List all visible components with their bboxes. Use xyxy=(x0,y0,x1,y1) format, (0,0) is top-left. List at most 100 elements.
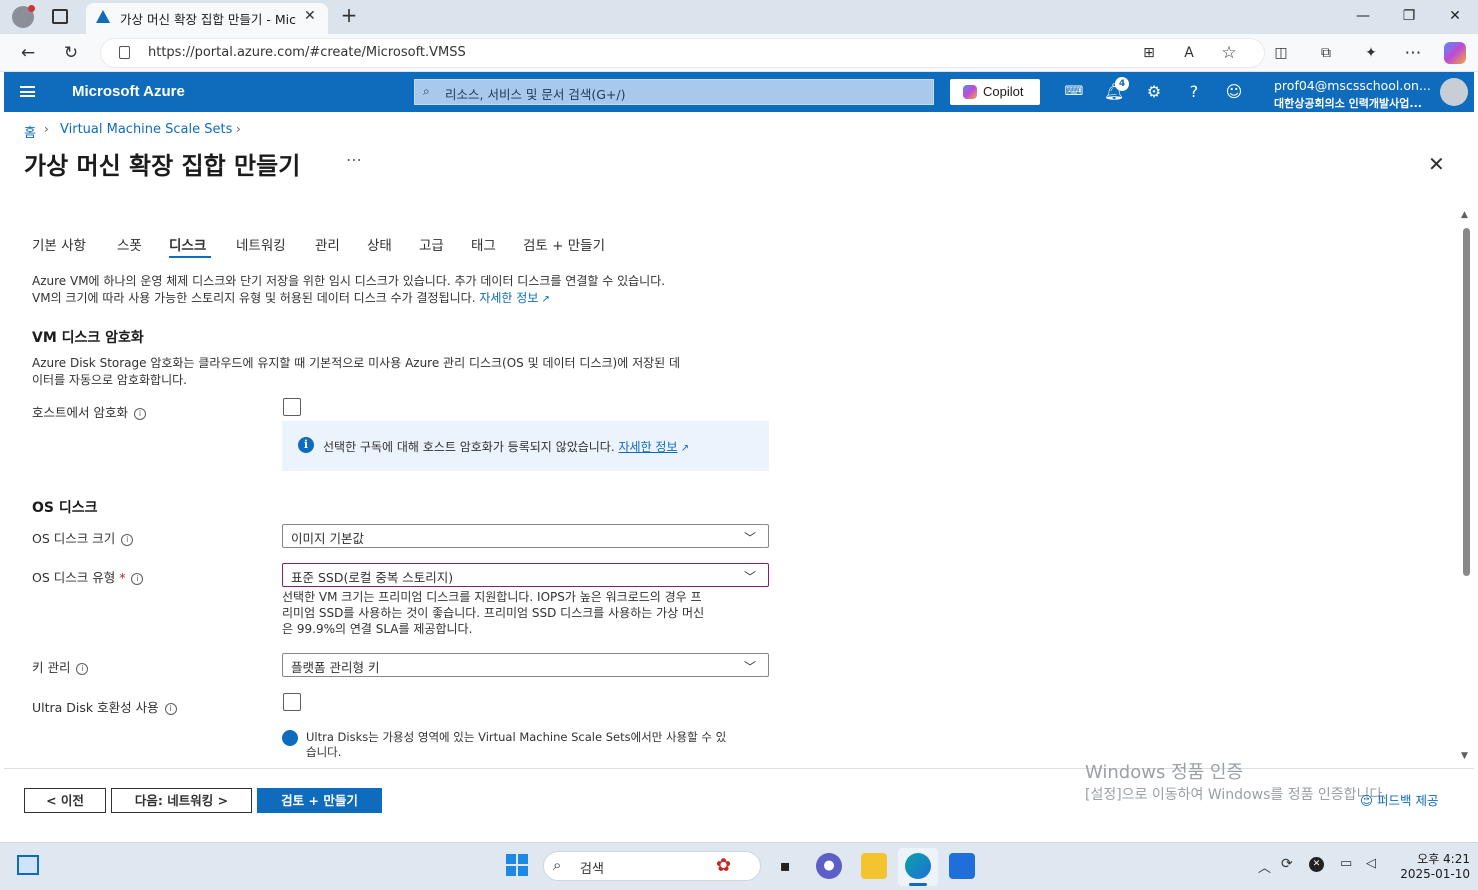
read-aloud-icon[interactable]: A xyxy=(1178,42,1200,64)
restore-icon[interactable]: ❐ xyxy=(1398,8,1420,26)
info-icon[interactable]: i xyxy=(164,702,177,715)
more-menu-icon[interactable]: ⋯ xyxy=(1402,42,1424,64)
learn-more-link[interactable]: 자세한 정보 xyxy=(479,291,538,305)
back-icon[interactable]: ← xyxy=(17,42,39,64)
close-blade-icon[interactable]: ✕ xyxy=(1428,152,1445,176)
encryption-desc-line-2: 이터를 자동으로 암호화합니다. xyxy=(32,373,187,387)
breadcrumb-vmss[interactable]: Virtual Machine Scale Sets xyxy=(60,122,232,137)
tab-actions-icon[interactable] xyxy=(52,9,68,24)
feedback-person-icon[interactable]: ☺ xyxy=(1223,82,1245,102)
browser-tab-title: 가상 머신 확장 집합 만들기 - Mic xyxy=(120,12,296,27)
tray-chevron-up-icon[interactable]: ︿ xyxy=(1258,857,1271,876)
search-icon: ⌕ xyxy=(423,84,430,98)
required-asterisk: * xyxy=(119,570,126,585)
avatar[interactable] xyxy=(1440,78,1468,106)
cloud-shell-icon[interactable]: ⌨ xyxy=(1063,82,1085,102)
more-options-icon[interactable]: ⋯ xyxy=(346,150,362,169)
breadcrumb-home[interactable]: 홈 xyxy=(24,122,36,141)
settings-gear-icon[interactable]: ⚙ xyxy=(1143,82,1165,102)
previous-button[interactable]: < 이전 xyxy=(24,788,106,813)
profile-alert-dot xyxy=(28,5,35,12)
breadcrumb-separator-icon: › xyxy=(44,122,49,136)
help-icon[interactable]: ? xyxy=(1183,82,1205,102)
chevron-down-icon: ﹀ xyxy=(744,531,757,545)
close-window-icon[interactable]: ✕ xyxy=(1444,8,1466,26)
next-networking-button[interactable]: 다음: 네트워킹 > xyxy=(111,788,252,813)
edge-browser-icon[interactable] xyxy=(905,853,931,879)
tab-networking[interactable]: 네트워킹 xyxy=(236,234,286,254)
app-available-icon[interactable]: ⊞ xyxy=(1138,42,1160,64)
tab-advanced[interactable]: 고급 xyxy=(419,234,444,254)
os-disk-type-label-text: OS 디스크 유형 xyxy=(32,570,116,585)
search-placeholder: 리소스, 서비스 및 문서 검색(G+/) xyxy=(445,87,626,102)
url-text[interactable]: https://portal.azure.com/#create/Microso… xyxy=(148,45,466,60)
tab-basics[interactable]: 기본 사항 xyxy=(32,234,86,254)
footer-divider xyxy=(4,768,1474,769)
edge-active-indicator xyxy=(909,883,927,886)
minimize-icon[interactable]: — xyxy=(1352,8,1374,26)
os-disk-type-value: 표준 SSD(로컬 중복 스토리지) xyxy=(291,570,454,585)
host-encryption-checkbox[interactable] xyxy=(283,398,301,416)
account-email[interactable]: prof04@mscsschool.on... xyxy=(1274,78,1434,93)
collections-icon[interactable]: ⧉ xyxy=(1315,42,1337,64)
tray-app-icon[interactable]: ✕ xyxy=(1309,857,1324,872)
host-encryption-learn-more-link[interactable]: 자세한 정보 xyxy=(619,440,678,454)
info-icon[interactable]: i xyxy=(76,662,89,675)
widgets-icon[interactable] xyxy=(17,855,39,875)
start-windows-icon[interactable] xyxy=(506,854,528,876)
split-screen-icon[interactable]: ◫ xyxy=(1270,42,1292,64)
host-encryption-label: 호스트에서 암호화 i xyxy=(32,402,146,421)
scroll-down-icon[interactable]: ▼ xyxy=(1461,751,1468,761)
tray-volume-icon[interactable]: ◁ xyxy=(1366,856,1376,871)
tab-tags[interactable]: 태그 xyxy=(471,234,496,254)
store-icon[interactable] xyxy=(949,853,975,879)
new-tab-button[interactable]: + xyxy=(338,5,360,27)
os-disk-type-help-line-3: 은 99.9%의 연결 SLA를 제공합니다. xyxy=(282,622,473,636)
tab-health[interactable]: 상태 xyxy=(367,234,392,254)
host-encryption-label-text: 호스트에서 암호화 xyxy=(32,405,128,420)
taskbar-date[interactable]: 2025-01-10 xyxy=(1396,867,1470,881)
feedback-link[interactable]: ☺ 피드백 제공 xyxy=(1360,790,1439,809)
tab-review-create[interactable]: 검토 + 만들기 xyxy=(523,234,605,254)
poinsettia-icon: ✿ xyxy=(716,855,732,876)
active-tab-indicator xyxy=(169,256,211,258)
feedback-label: 피드백 제공 xyxy=(1377,793,1439,808)
scroll-up-icon[interactable]: ▲ xyxy=(1461,210,1468,220)
favorite-star-icon[interactable]: ☆ xyxy=(1218,42,1240,64)
hamburger-menu-icon[interactable] xyxy=(20,86,35,97)
lock-icon xyxy=(119,46,130,59)
os-disk-heading: OS 디스크 xyxy=(32,500,98,516)
azure-favicon-icon xyxy=(96,10,110,23)
file-explorer-icon[interactable] xyxy=(861,853,887,879)
ultra-disk-info: Ultra Disks는 가용성 영역에 있는 Virtual Machine … xyxy=(306,730,766,760)
copilot-label: Copilot xyxy=(983,84,1024,99)
refresh-icon[interactable]: ↻ xyxy=(60,42,82,64)
key-management-label: 키 관리 i xyxy=(32,657,89,676)
tab-spot[interactable]: 스폿 xyxy=(117,234,142,254)
info-icon[interactable]: i xyxy=(121,533,134,546)
tray-sync-icon[interactable]: ⟳ xyxy=(1281,856,1293,872)
copilot-sidebar-icon[interactable] xyxy=(1444,42,1466,64)
tray-network-icon[interactable]: ▭ xyxy=(1340,856,1352,871)
info-icon[interactable]: i xyxy=(131,572,144,585)
tab-management[interactable]: 관리 xyxy=(315,234,340,254)
review-create-button[interactable]: 검토 + 만들기 xyxy=(257,788,382,813)
teams-chat-icon[interactable]: ● xyxy=(816,853,842,879)
info-circle-icon xyxy=(282,730,298,746)
copilot-icon xyxy=(963,85,977,99)
taskbar-time[interactable]: 오후 4:21 xyxy=(1410,850,1470,867)
external-link-icon: ↗ xyxy=(538,294,550,305)
os-disk-size-label-text: OS 디스크 크기 xyxy=(32,531,116,546)
azure-brand[interactable]: Microsoft Azure xyxy=(72,83,185,100)
extensions-icon[interactable]: ✦ xyxy=(1360,42,1382,64)
info-icon[interactable]: i xyxy=(133,407,146,420)
close-tab-icon[interactable]: ✕ xyxy=(304,8,316,24)
task-view-icon[interactable]: ▪ xyxy=(772,853,798,879)
intro-text: Azure VM에 하나의 운영 체제 디스크와 단기 저장을 위한 임시 디스… xyxy=(32,273,772,308)
tab-disks[interactable]: 디스크 xyxy=(169,234,206,254)
account-directory[interactable]: 대한상공회의소 인력개발사업... xyxy=(1274,95,1434,111)
chevron-down-icon: ﹀ xyxy=(744,570,757,584)
ultra-disk-checkbox[interactable] xyxy=(283,693,301,711)
scrollbar-thumb[interactable] xyxy=(1463,228,1470,576)
encryption-heading: VM 디스크 암호화 xyxy=(32,330,144,346)
